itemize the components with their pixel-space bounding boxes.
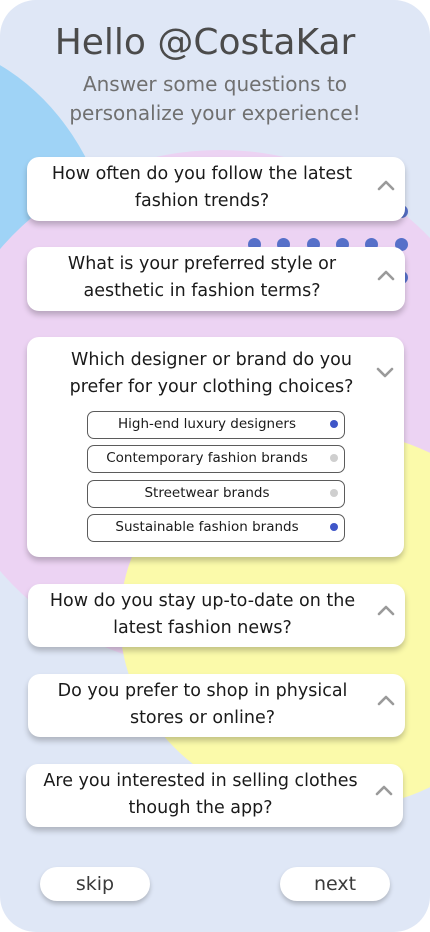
option-streetwear[interactable]: Streetwear brands [87, 480, 345, 508]
next-button[interactable]: next [280, 867, 390, 901]
question-text: What is your preferred style or aestheti… [67, 254, 337, 301]
chevron-down-icon[interactable] [376, 366, 394, 378]
option-sustainable[interactable]: Sustainable fashion brands [87, 514, 345, 542]
radio-selected-indicator[interactable] [330, 420, 338, 428]
question-card-3-expanded[interactable]: Which designer or brand do you prefer fo… [27, 337, 404, 557]
option-contemporary[interactable]: Contemporary fashion brands [87, 445, 345, 473]
radio-selected-indicator[interactable] [330, 523, 338, 531]
chevron-up-icon[interactable] [377, 694, 395, 706]
option-label: High-end luxury designers [118, 416, 296, 432]
question-card-5[interactable]: Do you prefer to shop in physical stores… [28, 674, 405, 737]
option-label: Sustainable fashion brands [115, 519, 299, 535]
chevron-up-icon[interactable] [377, 269, 395, 281]
question-card-4[interactable]: How do you stay up-to-date on the latest… [28, 584, 405, 647]
question-text: Are you interested in selling clothes th… [43, 771, 358, 818]
radio-unselected-indicator[interactable] [330, 489, 338, 497]
question-card-2[interactable]: What is your preferred style or aestheti… [27, 247, 405, 311]
option-high-end-luxury[interactable]: High-end luxury designers [87, 411, 345, 439]
chevron-up-icon[interactable] [377, 604, 395, 616]
greeting-title: Hello @CostaKar [54, 22, 356, 63]
greeting-subtitle: Answer some questions to personalize you… [69, 72, 361, 125]
question-text: How often do you follow the latest fashi… [51, 164, 353, 211]
option-label: Contemporary fashion brands [106, 450, 308, 466]
question-card-6[interactable]: Are you interested in selling clothes th… [26, 764, 403, 827]
question-text: Do you prefer to shop in physical stores… [57, 681, 348, 728]
chevron-up-icon[interactable] [377, 179, 395, 191]
phone-screen: Hello @CostaKar Answer some questions to… [0, 0, 430, 932]
skip-button[interactable]: skip [40, 867, 150, 901]
question-text: How do you stay up-to-date on the latest… [49, 591, 356, 638]
option-label: Streetwear brands [144, 485, 270, 501]
question-card-1[interactable]: How often do you follow the latest fashi… [27, 157, 405, 221]
chevron-up-icon[interactable] [375, 784, 393, 796]
radio-unselected-indicator[interactable] [330, 454, 338, 462]
question-text: Which designer or brand do you prefer fo… [69, 350, 354, 397]
